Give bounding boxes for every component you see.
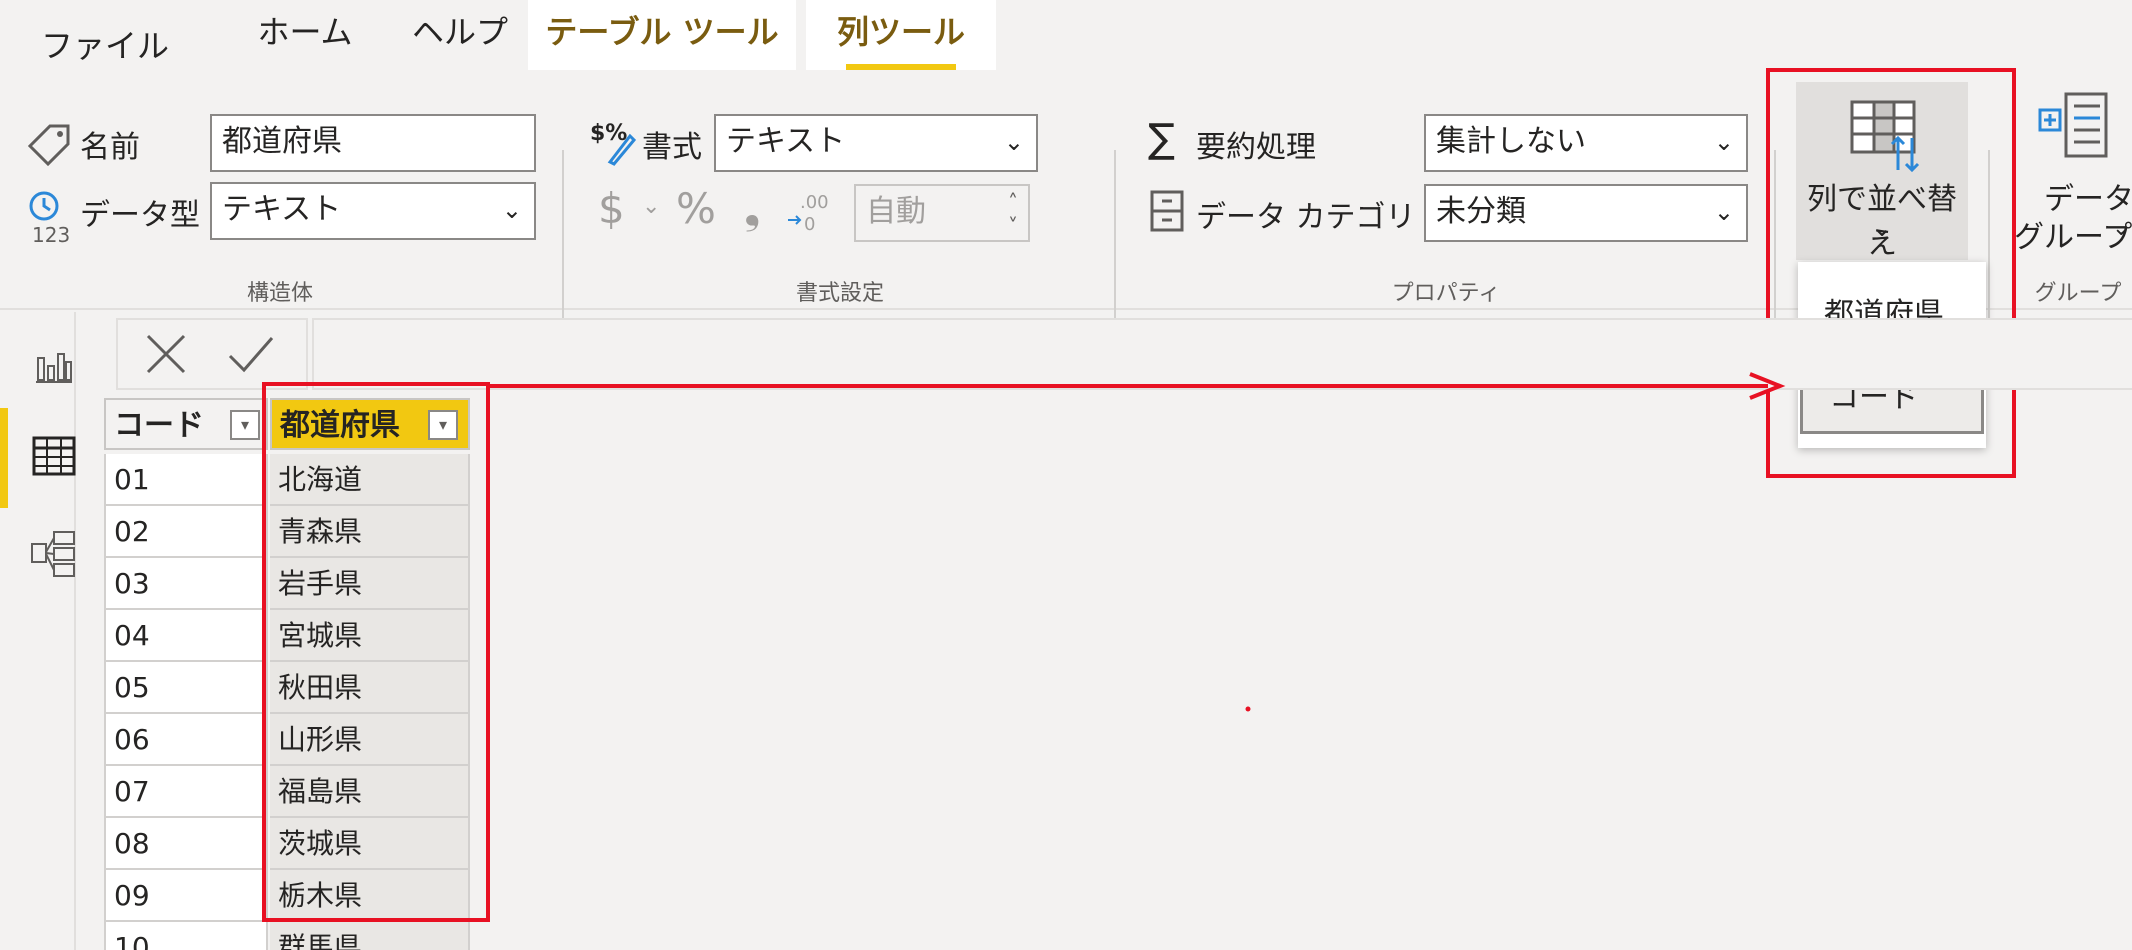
annotation-arrow (490, 372, 1786, 712)
